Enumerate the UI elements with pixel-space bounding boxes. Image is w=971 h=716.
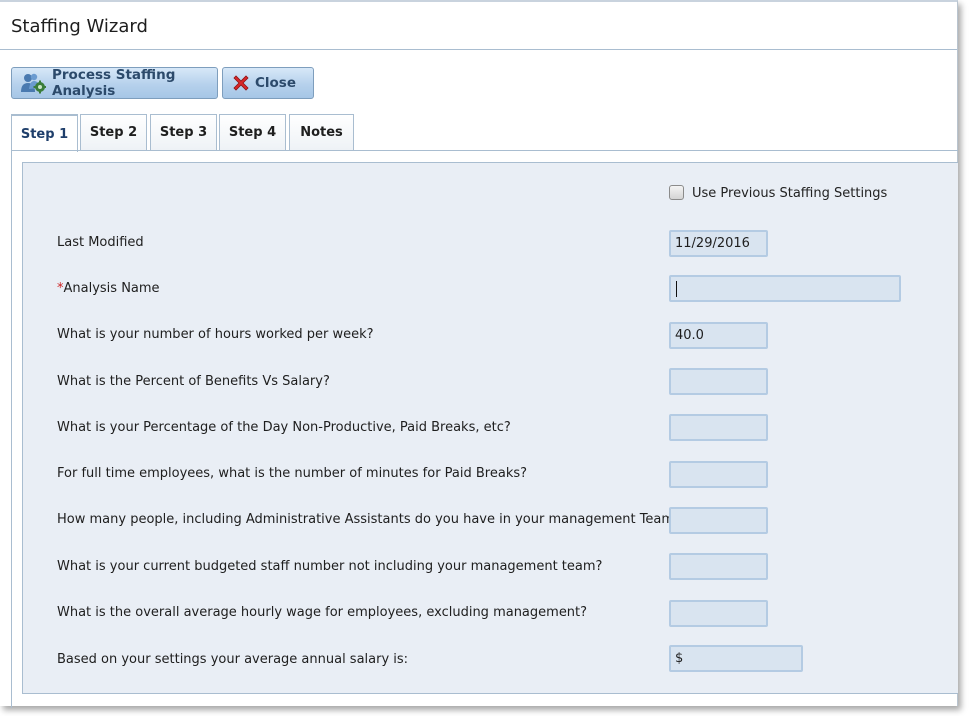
analysis-name-field[interactable] xyxy=(669,275,901,302)
last-modified-field[interactable] xyxy=(669,230,768,257)
average-hourly-wage-label: What is the overall average hourly wage … xyxy=(57,605,588,620)
close-button[interactable]: Close xyxy=(222,67,314,99)
last-modified-label: Last Modified xyxy=(57,235,144,250)
analysis-name-label: *Analysis Name xyxy=(57,281,160,296)
benefits-percent-label: What is the Percent of Benefits Vs Salar… xyxy=(57,374,330,389)
tab-step-4[interactable]: Step 4 xyxy=(219,114,286,150)
hours-per-week-field[interactable] xyxy=(669,322,768,349)
non-productive-percent-label: What is your Percentage of the Day Non-P… xyxy=(57,420,511,435)
budgeted-staff-label: What is your current budgeted staff numb… xyxy=(57,559,603,574)
management-team-size-label: How many people, including Administrativ… xyxy=(57,512,681,527)
window-title: Staffing Wizard xyxy=(11,16,148,37)
title-bar: Staffing Wizard xyxy=(0,2,957,50)
benefits-percent-field[interactable] xyxy=(669,368,768,395)
hours-per-week-label: What is your number of hours worked per … xyxy=(57,327,374,342)
management-team-size-field[interactable] xyxy=(669,507,768,534)
tab-step-2[interactable]: Step 2 xyxy=(80,114,147,150)
tab-step-1[interactable]: Step 1 xyxy=(11,114,78,152)
close-button-label: Close xyxy=(255,75,297,91)
text-cursor xyxy=(676,281,677,297)
average-hourly-wage-field[interactable] xyxy=(669,600,768,627)
use-previous-settings-row: Use Previous Staffing Settings xyxy=(669,185,888,201)
paid-break-minutes-label: For full time employees, what is the num… xyxy=(57,466,528,481)
red-x-icon xyxy=(231,72,251,94)
use-previous-settings-label: Use Previous Staffing Settings xyxy=(692,186,888,201)
staffing-wizard-window: Staffing Wizard Process Staffing Analysi… xyxy=(0,0,958,708)
process-button-label: Process Staffing Analysis xyxy=(52,67,176,99)
people-gear-icon xyxy=(20,72,46,94)
process-staffing-analysis-button[interactable]: Process Staffing Analysis xyxy=(11,67,218,99)
average-annual-salary-field[interactable] xyxy=(669,645,803,672)
tab-notes[interactable]: Notes xyxy=(289,114,354,150)
paid-break-minutes-field[interactable] xyxy=(669,461,768,488)
non-productive-percent-field[interactable] xyxy=(669,414,768,441)
tab-step-3[interactable]: Step 3 xyxy=(150,114,217,150)
budgeted-staff-field[interactable] xyxy=(669,553,768,580)
use-previous-settings-checkbox[interactable] xyxy=(669,185,684,200)
step-1-form-panel: Use Previous Staffing Settings Last Modi… xyxy=(22,162,958,694)
average-annual-salary-label: Based on your settings your average annu… xyxy=(57,652,409,667)
